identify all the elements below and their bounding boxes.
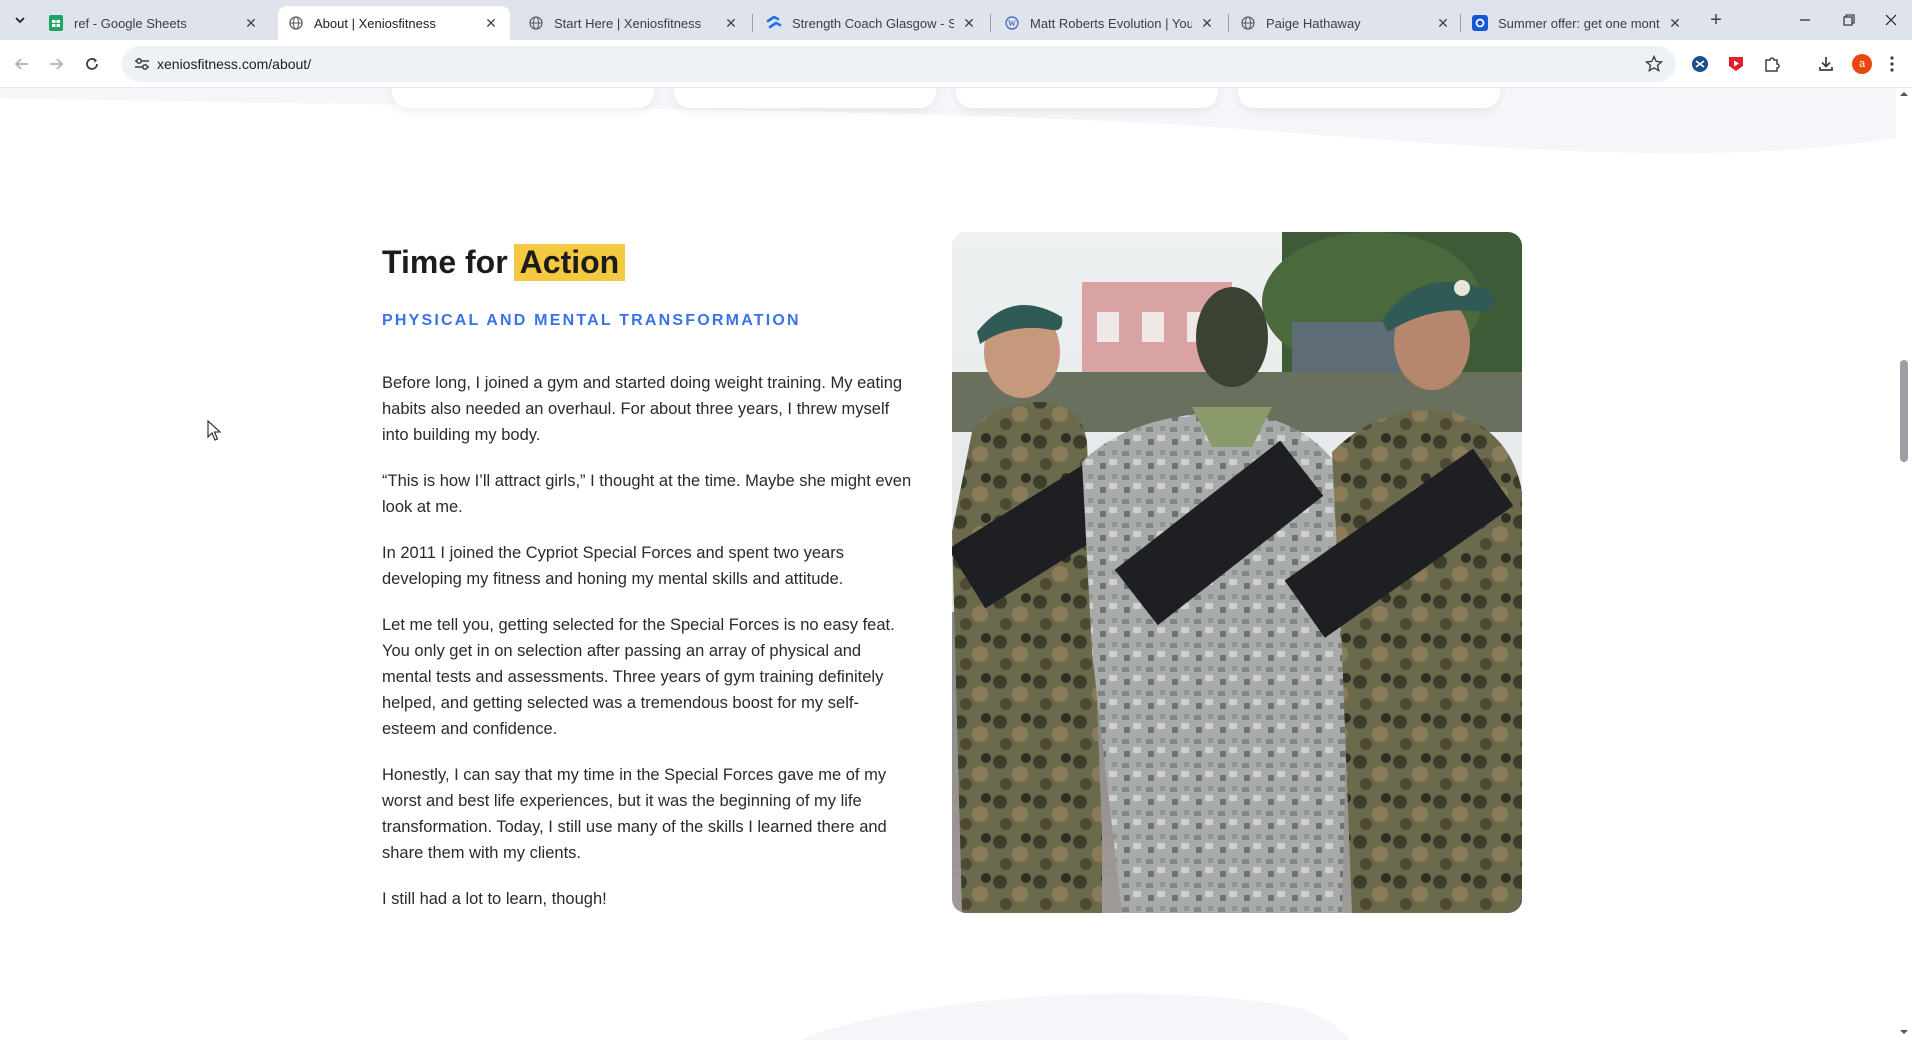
tab-title: Matt Roberts Evolution | Young	[1030, 15, 1192, 31]
heading-prefix: Time for	[382, 244, 508, 280]
wordpress-icon: W	[1004, 15, 1020, 31]
close-tab-icon[interactable]: ✕	[1198, 14, 1216, 32]
tab-title: About | Xeniosfitness	[314, 15, 436, 31]
paragraph: Let me tell you, getting selected for th…	[382, 616, 895, 738]
video-extension-icon[interactable]	[1724, 52, 1748, 76]
url-text: xeniosfitness.com/about/	[157, 56, 312, 72]
scroll-down-icon[interactable]	[1900, 1028, 1908, 1036]
tab-separator	[990, 14, 991, 32]
globe-icon	[1240, 15, 1256, 31]
heading-highlight: Action	[513, 244, 626, 281]
back-arrow-icon[interactable]	[8, 50, 36, 78]
page-viewport: Time for Action PHYSICAL AND MENTAL TRAN…	[0, 88, 1896, 1040]
tab-summer-offer[interactable]: Summer offer: get one month f ✕	[1462, 6, 1694, 40]
forward-arrow-icon[interactable]	[42, 50, 70, 78]
section-subheading: PHYSICAL AND MENTAL TRANSFORMATION	[382, 312, 801, 329]
extensions-puzzle-icon[interactable]	[1760, 52, 1784, 76]
feature-card	[956, 88, 1218, 108]
section-heading: Time for Action	[382, 244, 626, 281]
reload-icon[interactable]	[78, 50, 106, 78]
restore-icon[interactable]	[1826, 0, 1872, 40]
page-scrollbar[interactable]	[1896, 88, 1912, 1040]
download-icon[interactable]	[1814, 52, 1838, 76]
site-info-icon[interactable]	[132, 54, 152, 74]
tab-about-xeniosfitness[interactable]: About | Xeniosfitness ✕	[278, 6, 510, 40]
tab-strip: ref - Google Sheets ✕ About | Xeniosfitn…	[0, 0, 1912, 40]
tab-search-chevron-icon[interactable]	[8, 8, 32, 32]
feature-card	[392, 88, 654, 108]
offer-site-icon	[1472, 15, 1488, 31]
browser-toolbar: xeniosfitness.com/about/ a	[0, 40, 1912, 88]
tab-start-here[interactable]: Start Here | Xeniosfitness ✕	[518, 6, 750, 40]
tab-title: ref - Google Sheets	[74, 15, 187, 31]
squarespace-icon	[766, 15, 782, 31]
tab-strength-coach-glasgow[interactable]: Strength Coach Glasgow - Simp ✕	[756, 6, 988, 40]
paragraph: Honestly, I can say that my time in the …	[382, 766, 887, 862]
section-body: Before long, I joined a gym and started …	[382, 370, 912, 932]
feature-card	[1238, 88, 1500, 108]
paragraph: In 2011 I joined the Cypriot Special For…	[382, 544, 844, 588]
scroll-up-icon[interactable]	[1900, 90, 1908, 98]
paragraph: Before long, I joined a gym and started …	[382, 374, 903, 444]
tab-title: Summer offer: get one month f	[1498, 15, 1660, 31]
tab-separator	[1228, 14, 1229, 32]
globe-icon	[528, 15, 544, 31]
minimize-icon[interactable]	[1782, 0, 1828, 40]
tab-separator	[752, 14, 753, 32]
profile-initial: a	[1852, 54, 1872, 74]
feature-card	[674, 88, 936, 108]
bottom-wave-decoration	[800, 993, 1350, 1040]
address-bar[interactable]: xeniosfitness.com/about/	[122, 46, 1676, 82]
more-menu-icon[interactable]	[1886, 52, 1898, 76]
close-tab-icon[interactable]: ✕	[242, 14, 260, 32]
mouse-cursor-icon	[207, 420, 221, 441]
google-sheets-icon	[48, 15, 64, 31]
extension-icon[interactable]	[1688, 52, 1712, 76]
tab-matt-roberts[interactable]: W Matt Roberts Evolution | Young ✕	[994, 6, 1226, 40]
profile-avatar[interactable]: a	[1850, 52, 1874, 76]
close-tab-icon[interactable]: ✕	[1666, 14, 1684, 32]
globe-icon	[288, 15, 304, 31]
bookmark-star-icon[interactable]	[1644, 54, 1664, 74]
close-window-icon[interactable]	[1868, 0, 1912, 40]
tab-title: Paige Hathaway	[1266, 15, 1361, 31]
soldiers-photo	[952, 232, 1522, 913]
tab-separator	[1460, 14, 1461, 32]
close-tab-icon[interactable]: ✕	[482, 14, 500, 32]
top-wave-decoration	[0, 88, 1896, 154]
new-tab-button[interactable]: +	[1704, 8, 1728, 32]
close-tab-icon[interactable]: ✕	[960, 14, 978, 32]
svg-text:W: W	[1008, 19, 1016, 28]
paragraph: “This is how I’ll attract girls,” I thou…	[382, 472, 912, 516]
tab-title: Start Here | Xeniosfitness	[554, 15, 702, 31]
close-tab-icon[interactable]: ✕	[1434, 14, 1452, 32]
tab-title: Strength Coach Glasgow - Simp	[792, 15, 954, 31]
paragraph: I still had a lot to learn, though!	[382, 890, 607, 908]
tab-google-sheets[interactable]: ref - Google Sheets ✕	[38, 6, 270, 40]
scroll-thumb[interactable]	[1900, 360, 1908, 462]
close-tab-icon[interactable]: ✕	[722, 14, 740, 32]
tab-paige-hathaway[interactable]: Paige Hathaway ✕	[1230, 6, 1462, 40]
